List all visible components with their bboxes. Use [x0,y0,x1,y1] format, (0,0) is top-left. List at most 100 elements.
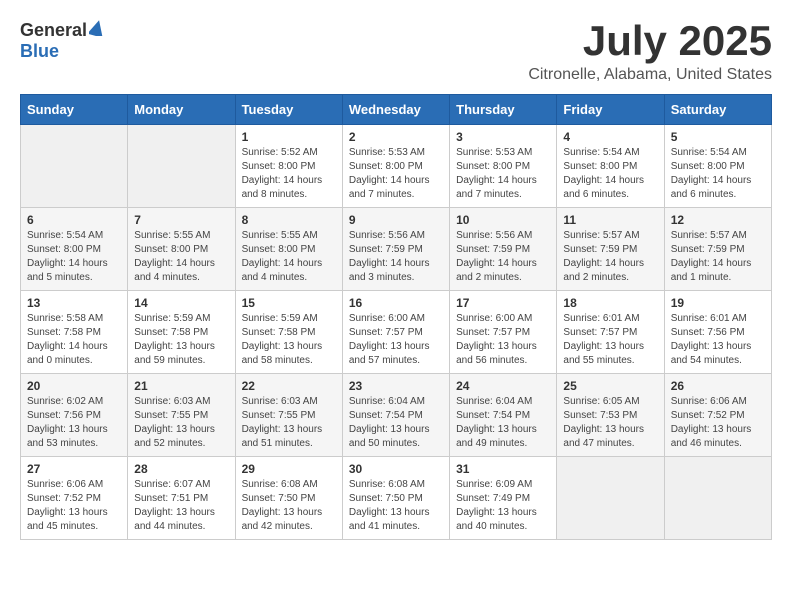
day-info: Sunrise: 6:05 AM Sunset: 7:53 PM Dayligh… [563,395,657,451]
calendar-cell: 20Sunrise: 6:02 AM Sunset: 7:56 PM Dayli… [21,374,128,457]
week-row-4: 20Sunrise: 6:02 AM Sunset: 7:56 PM Dayli… [21,374,772,457]
day-info: Sunrise: 5:54 AM Sunset: 8:00 PM Dayligh… [671,146,765,202]
day-info: Sunrise: 5:55 AM Sunset: 8:00 PM Dayligh… [242,229,336,285]
day-number: 14 [134,296,228,310]
day-info: Sunrise: 6:06 AM Sunset: 7:52 PM Dayligh… [27,478,121,534]
subtitle: Citronelle, Alabama, United States [528,66,772,84]
calendar-cell: 26 Sunrise: 6:06 AM Sunset: 7:52 PM Dayli… [664,374,771,457]
logo: General Blue [20,20,105,62]
day-info: Sunrise: 6:03 AM Sunset: 7:55 PM Dayligh… [134,395,228,451]
day-info: Sunrise: 5:53 AM Sunset: 8:00 PM Dayligh… [349,146,443,202]
calendar-cell: 16 Sunrise: 6:00 AM Sunset: 7:57 PM Dayli… [342,291,449,374]
day-info: Sunrise: 6:07 AM Sunset: 7:51 PM Dayligh… [134,478,228,534]
day-info: Sunrise: 6:04 AM Sunset: 7:54 PM Dayligh… [349,395,443,451]
weekday-wednesday: Wednesday [342,95,449,125]
logo-general: General [20,20,87,41]
weekday-thursday: Thursday [450,95,557,125]
day-info: Sunrise: 5:59 AM Sunset: 7:58 PM Dayligh… [134,312,228,368]
calendar-cell [21,125,128,208]
day-number: 3 [456,130,550,144]
calendar-cell: 6Sunrise: 5:54 AM Sunset: 8:00 PM Daylig… [21,208,128,291]
calendar-cell: 30Sunrise: 6:08 AM Sunset: 7:50 PM Dayli… [342,457,449,540]
calendar-cell: 31Sunrise: 6:09 AM Sunset: 7:49 PM Dayli… [450,457,557,540]
week-row-1: 1 Sunrise: 5:52 AM Sunset: 8:00 PM Daylig… [21,125,772,208]
calendar-cell: 14 Sunrise: 5:59 AM Sunset: 7:58 PM Dayli… [128,291,235,374]
day-info: Sunrise: 6:01 AM Sunset: 7:56 PM Dayligh… [671,312,765,368]
week-row-2: 6Sunrise: 5:54 AM Sunset: 8:00 PM Daylig… [21,208,772,291]
calendar-cell: 19 Sunrise: 6:01 AM Sunset: 7:56 PM Dayli… [664,291,771,374]
day-info: Sunrise: 6:08 AM Sunset: 7:50 PM Dayligh… [349,478,443,534]
day-info: Sunrise: 5:58 AM Sunset: 7:58 PM Dayligh… [27,312,121,368]
day-info: Sunrise: 5:55 AM Sunset: 8:00 PM Dayligh… [134,229,228,285]
day-info: Sunrise: 6:01 AM Sunset: 7:57 PM Dayligh… [563,312,657,368]
day-number: 25 [563,379,657,393]
logo-blue: Blue [20,41,59,61]
calendar-cell: 2 Sunrise: 5:53 AM Sunset: 8:00 PM Daylig… [342,125,449,208]
day-number: 7 [134,213,228,227]
day-number: 21 [134,379,228,393]
calendar-cell: 22Sunrise: 6:03 AM Sunset: 7:55 PM Dayli… [235,374,342,457]
day-number: 15 [242,296,336,310]
weekday-monday: Monday [128,95,235,125]
logo-icon [89,20,105,41]
day-number: 17 [456,296,550,310]
day-number: 19 [671,296,765,310]
day-number: 4 [563,130,657,144]
day-number: 29 [242,462,336,476]
header: General Blue July 2025 Citronelle, Alaba… [20,20,772,84]
day-number: 8 [242,213,336,227]
day-info: Sunrise: 6:00 AM Sunset: 7:57 PM Dayligh… [349,312,443,368]
day-number: 2 [349,130,443,144]
day-info: Sunrise: 5:53 AM Sunset: 8:00 PM Dayligh… [456,146,550,202]
calendar-cell: 4 Sunrise: 5:54 AM Sunset: 8:00 PM Daylig… [557,125,664,208]
calendar-cell: 24 Sunrise: 6:04 AM Sunset: 7:54 PM Dayli… [450,374,557,457]
day-info: Sunrise: 5:54 AM Sunset: 8:00 PM Dayligh… [563,146,657,202]
calendar-cell: 15Sunrise: 5:59 AM Sunset: 7:58 PM Dayli… [235,291,342,374]
calendar-cell: 8 Sunrise: 5:55 AM Sunset: 8:00 PM Daylig… [235,208,342,291]
day-number: 16 [349,296,443,310]
week-row-3: 13 Sunrise: 5:58 AM Sunset: 7:58 PM Dayli… [21,291,772,374]
day-info: Sunrise: 6:03 AM Sunset: 7:55 PM Dayligh… [242,395,336,451]
calendar-cell: 12 Sunrise: 5:57 AM Sunset: 7:59 PM Dayli… [664,208,771,291]
day-number: 1 [242,130,336,144]
day-info: Sunrise: 6:08 AM Sunset: 7:50 PM Dayligh… [242,478,336,534]
day-info: Sunrise: 6:04 AM Sunset: 7:54 PM Dayligh… [456,395,550,451]
weekday-saturday: Saturday [664,95,771,125]
day-number: 28 [134,462,228,476]
day-number: 12 [671,213,765,227]
calendar-cell: 10Sunrise: 5:56 AM Sunset: 7:59 PM Dayli… [450,208,557,291]
calendar-cell: 13 Sunrise: 5:58 AM Sunset: 7:58 PM Dayli… [21,291,128,374]
day-number: 13 [27,296,121,310]
day-info: Sunrise: 5:56 AM Sunset: 7:59 PM Dayligh… [456,229,550,285]
calendar-cell: 27Sunrise: 6:06 AM Sunset: 7:52 PM Dayli… [21,457,128,540]
calendar-cell [557,457,664,540]
day-info: Sunrise: 6:06 AM Sunset: 7:52 PM Dayligh… [671,395,765,451]
day-info: Sunrise: 5:52 AM Sunset: 8:00 PM Dayligh… [242,146,336,202]
calendar-cell: 21 Sunrise: 6:03 AM Sunset: 7:55 PM Dayli… [128,374,235,457]
day-info: Sunrise: 5:57 AM Sunset: 7:59 PM Dayligh… [671,229,765,285]
day-info: Sunrise: 5:57 AM Sunset: 7:59 PM Dayligh… [563,229,657,285]
calendar-cell: 1 Sunrise: 5:52 AM Sunset: 8:00 PM Daylig… [235,125,342,208]
calendar-cell [128,125,235,208]
title-section: July 2025 Citronelle, Alabama, United St… [528,20,772,84]
calendar-cell: 3 Sunrise: 5:53 AM Sunset: 8:00 PM Daylig… [450,125,557,208]
calendar-cell: 28 Sunrise: 6:07 AM Sunset: 7:51 PM Dayli… [128,457,235,540]
day-number: 6 [27,213,121,227]
day-number: 26 [671,379,765,393]
day-number: 23 [349,379,443,393]
weekday-friday: Friday [557,95,664,125]
calendar-cell: 9 Sunrise: 5:56 AM Sunset: 7:59 PM Daylig… [342,208,449,291]
calendar-cell: 17Sunrise: 6:00 AM Sunset: 7:57 PM Dayli… [450,291,557,374]
calendar-table: SundayMondayTuesdayWednesdayThursdayFrid… [20,94,772,540]
calendar-cell: 25 Sunrise: 6:05 AM Sunset: 7:53 PM Dayli… [557,374,664,457]
day-number: 31 [456,462,550,476]
day-info: Sunrise: 5:56 AM Sunset: 7:59 PM Dayligh… [349,229,443,285]
calendar-cell: 7 Sunrise: 5:55 AM Sunset: 8:00 PM Daylig… [128,208,235,291]
day-number: 20 [27,379,121,393]
day-number: 9 [349,213,443,227]
weekday-header-row: SundayMondayTuesdayWednesdayThursdayFrid… [21,95,772,125]
week-row-5: 27Sunrise: 6:06 AM Sunset: 7:52 PM Dayli… [21,457,772,540]
day-number: 11 [563,213,657,227]
main-title: July 2025 [528,20,772,62]
day-number: 24 [456,379,550,393]
